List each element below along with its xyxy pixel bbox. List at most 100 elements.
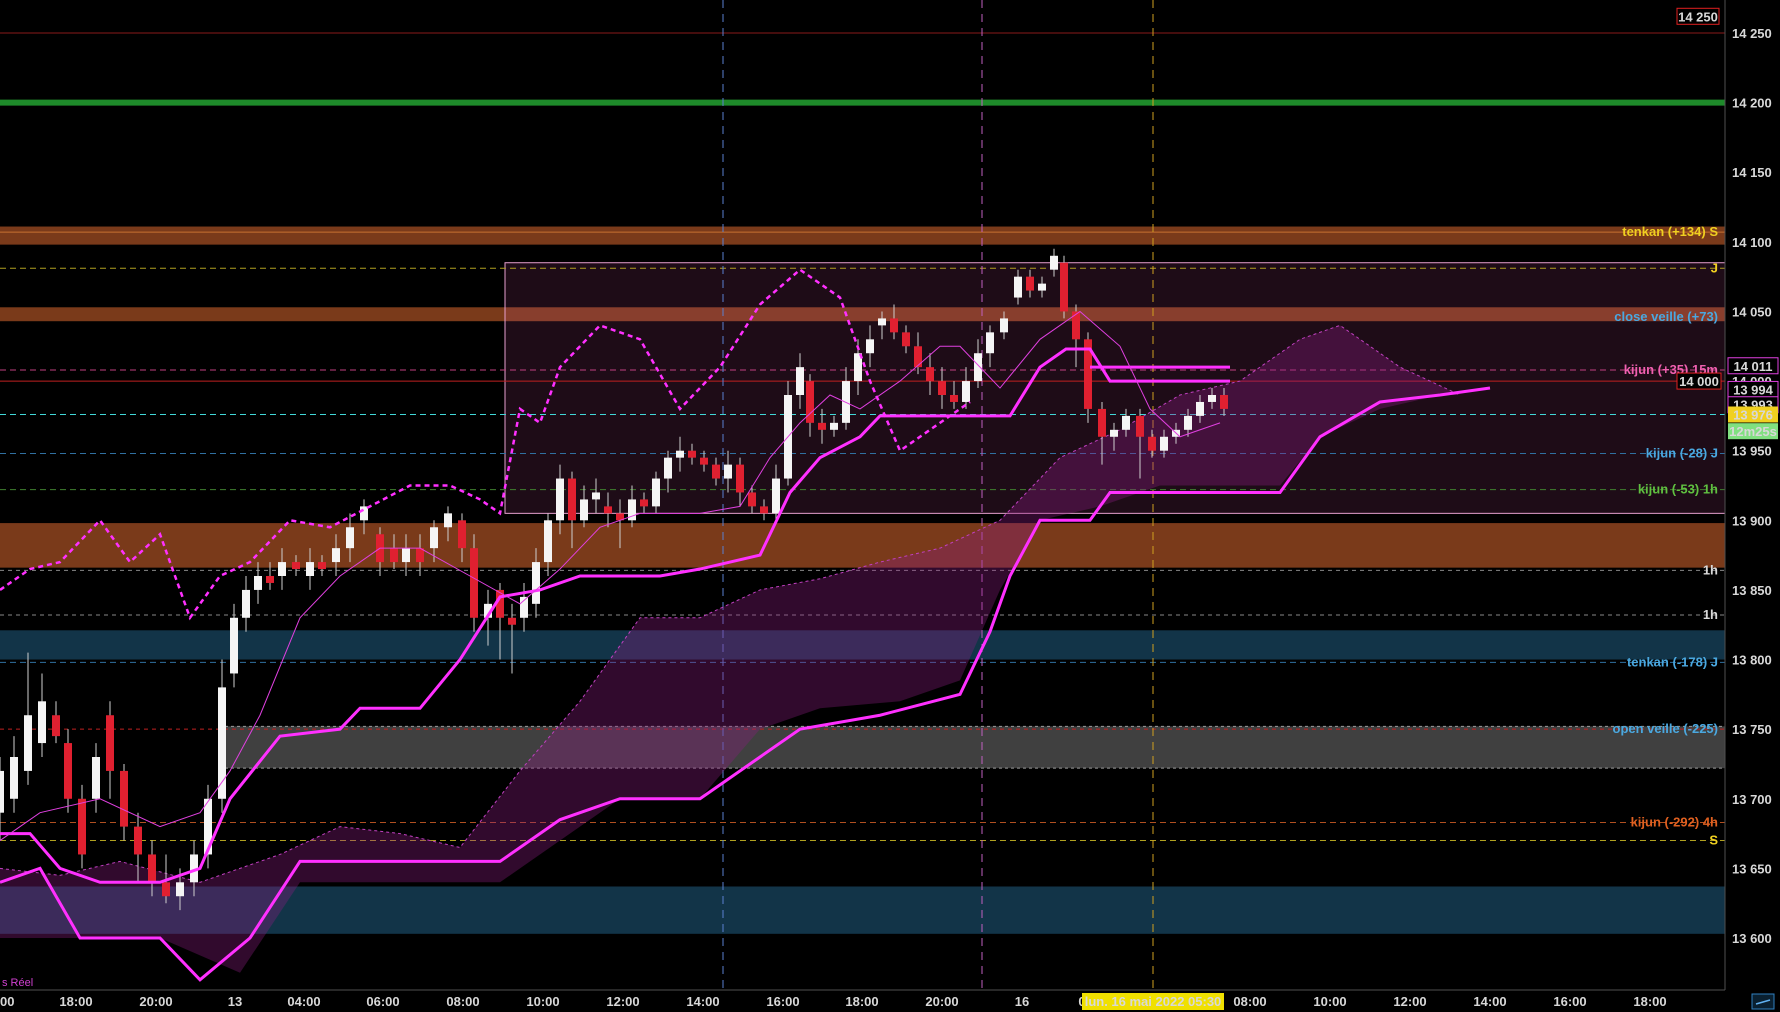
candle-body: [1026, 276, 1034, 291]
candle-body: [914, 346, 922, 368]
candle-body: [676, 450, 684, 458]
price-zone: [0, 226, 1725, 245]
candle-body: [430, 527, 438, 549]
candle-body: [1136, 415, 1144, 437]
candle-body: [878, 318, 886, 326]
price-zone: [225, 726, 1725, 769]
candle-body: [568, 478, 576, 521]
green-level-line: [0, 99, 1725, 106]
level-label: 1h: [1703, 562, 1718, 577]
candle-body: [772, 478, 780, 514]
candle-body: [1050, 255, 1058, 270]
candle-body: [592, 492, 600, 500]
y-axis-tick-label: 13 950: [1732, 444, 1772, 459]
price-badge-label: 14 250: [1678, 9, 1718, 24]
x-axis-tick-label: 14:00: [1473, 994, 1506, 1009]
candle-body: [962, 381, 970, 402]
candle-body: [120, 770, 128, 827]
candle-body: [1110, 429, 1118, 437]
level-label: close veille (+73): [1614, 309, 1718, 324]
candle-body: [64, 743, 72, 799]
candle-body: [950, 395, 958, 402]
x-axis-tick-label: 08:00: [1233, 994, 1266, 1009]
candle-body: [724, 464, 732, 479]
candle-body: [444, 513, 452, 528]
candle-body: [230, 617, 238, 674]
candle-body: [1038, 283, 1046, 291]
price-badge-label: 14 000: [1679, 374, 1719, 389]
x-axis-tick-label: 18:00: [1633, 994, 1666, 1009]
candle-body: [318, 562, 326, 570]
candle-body: [866, 339, 874, 354]
candle-body: [10, 757, 18, 799]
level-label: kijun (-292) 4h: [1631, 814, 1718, 829]
candle-body: [266, 576, 274, 583]
x-axis-tick-label: 04:00: [287, 994, 320, 1009]
price-badge-label: 14 011: [1733, 359, 1772, 374]
candle-body: [92, 757, 100, 799]
x-axis-tick-label: 12:00: [606, 994, 639, 1009]
candle-body: [78, 798, 86, 855]
candle-body: [402, 548, 410, 563]
candle-body: [532, 562, 540, 604]
candle-body: [748, 492, 756, 507]
x-axis-tick-label: 13: [228, 994, 242, 1009]
level-label: tenkan (+134) S: [1622, 224, 1718, 239]
y-axis-tick-label: 13 650: [1732, 861, 1772, 876]
x-axis-tick-label: 16:00: [766, 994, 799, 1009]
candle-body: [360, 506, 368, 521]
y-axis-tick-label: 14 200: [1732, 96, 1772, 111]
candle-body: [470, 548, 478, 618]
candle-body: [890, 318, 898, 333]
candle-body: [736, 464, 744, 493]
x-axis-tick-label: 10:00: [526, 994, 559, 1009]
candle-body: [292, 562, 300, 570]
candle-body: [390, 548, 398, 563]
candle-body: [760, 506, 768, 514]
y-axis-tick-label: 14 050: [1732, 304, 1772, 319]
candle-body: [52, 715, 60, 737]
trading-chart[interactable]: 14 250 14 200 14 150 14 100 14 050 14 000 13 9…: [0, 0, 1780, 1012]
x-axis-tick-label: 16: [1015, 994, 1029, 1009]
candle-body: [986, 332, 994, 354]
price-badge-label: 12m25s: [1729, 424, 1777, 439]
candle-body: [1220, 395, 1228, 409]
candle-body: [556, 478, 564, 521]
candle-body: [38, 701, 46, 744]
level-label: kijun (-28) J: [1646, 445, 1718, 460]
y-axis-tick-label: 13 750: [1732, 722, 1772, 737]
candle-body: [1184, 415, 1192, 430]
candle-body: [700, 457, 708, 465]
x-axis-tick-label: 20:00: [925, 994, 958, 1009]
candle-body: [508, 617, 516, 625]
candle-body: [278, 562, 286, 576]
candle-body: [640, 499, 648, 507]
candle-body: [176, 882, 184, 897]
x-axis-tick-label: 06:00: [366, 994, 399, 1009]
x-axis-tick-label: 18:00: [845, 994, 878, 1009]
x-axis-tick-label: 18:00: [59, 994, 92, 1009]
price-badge-label: 13 976: [1733, 407, 1773, 422]
level-label: tenkan (-178) J: [1627, 654, 1718, 669]
candle-body: [688, 450, 696, 458]
candle-body: [254, 576, 262, 590]
candle-body: [604, 506, 612, 514]
level-label: kijun (-53) 1h: [1638, 482, 1718, 497]
y-axis-tick-label: 13 800: [1732, 653, 1772, 668]
y-axis-tick-label: 13 600: [1732, 931, 1772, 946]
candle-body: [306, 562, 314, 576]
price-zone: [0, 523, 1725, 568]
candle-body: [148, 854, 156, 883]
candle-body: [664, 457, 672, 479]
candle-body: [242, 589, 250, 618]
candle-body: [796, 367, 804, 395]
y-axis-tick-label: 14 150: [1732, 165, 1772, 180]
ichimoku-candlestick-chart[interactable]: 14 250 14 200 14 150 14 100 14 050 14 000 13 9…: [0, 0, 1780, 1012]
candle-body: [1122, 415, 1130, 430]
candle-body: [1098, 408, 1106, 437]
x-axis-tick-label: 20:00: [139, 994, 172, 1009]
y-axis-tick-label: 13 850: [1732, 583, 1772, 598]
candle-body: [1208, 395, 1216, 402]
candle-body: [1060, 262, 1068, 312]
x-axis-tick-label: 14:00: [686, 994, 719, 1009]
